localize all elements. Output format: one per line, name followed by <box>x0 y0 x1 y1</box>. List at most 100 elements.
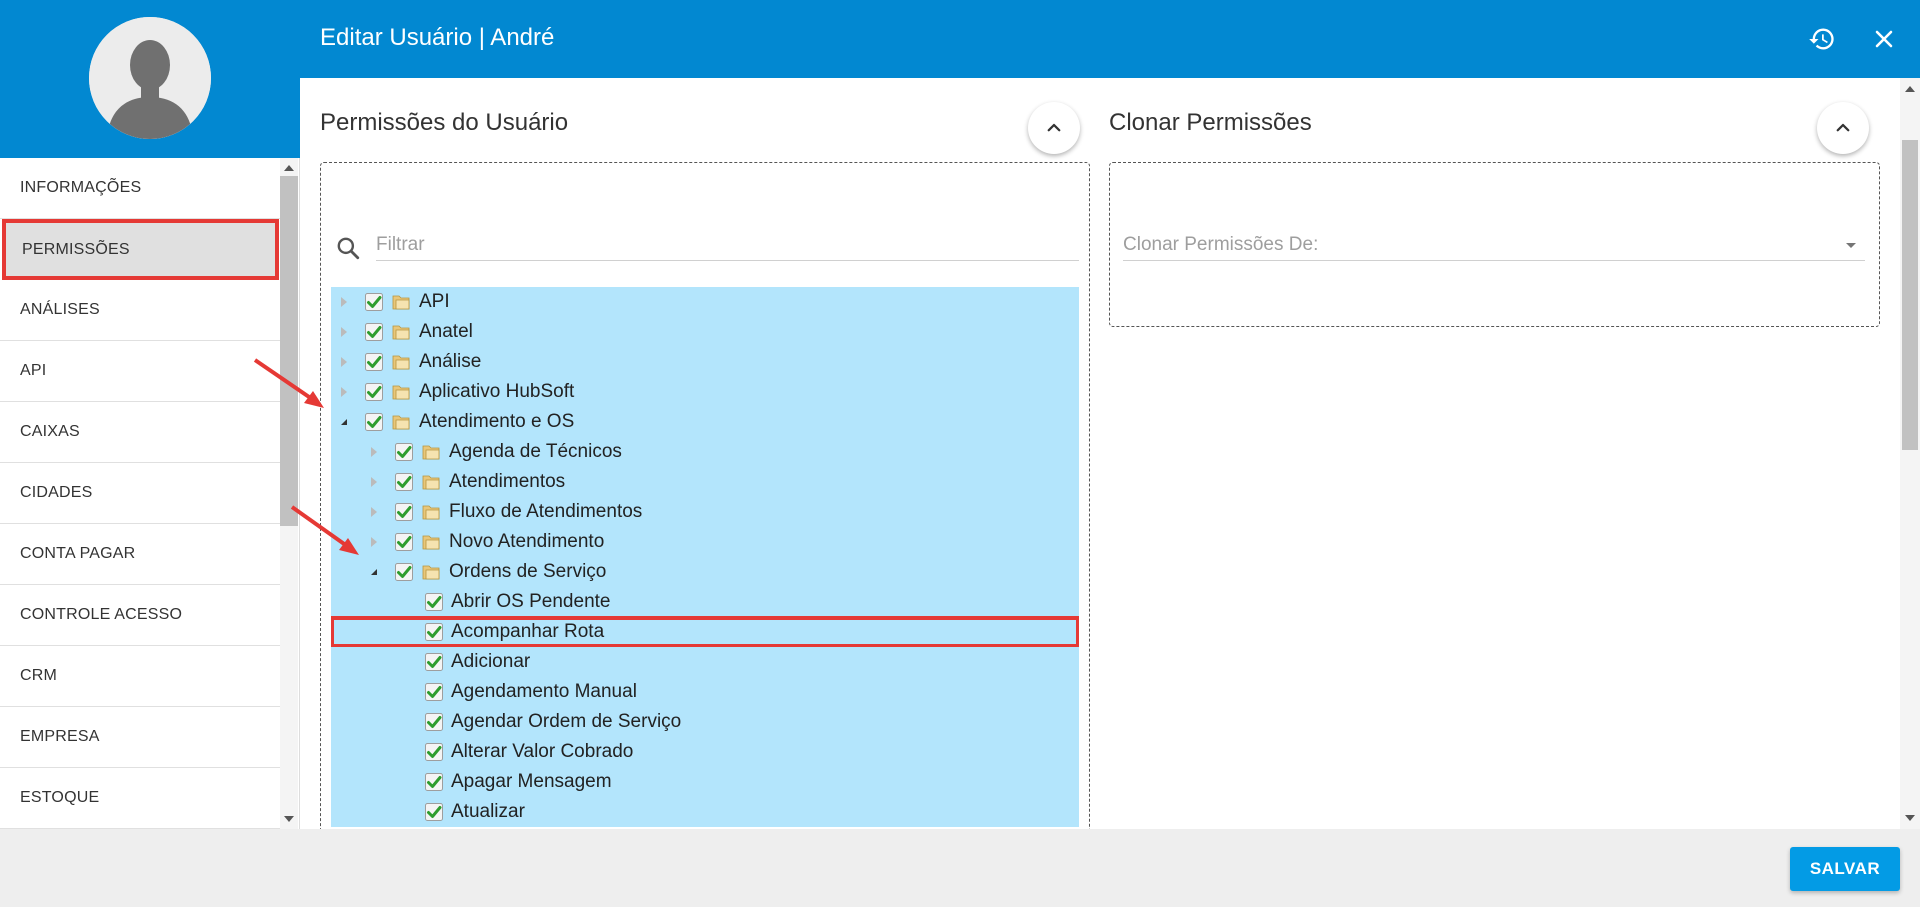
collapse-permissions-button[interactable] <box>1028 102 1080 154</box>
filter-input[interactable] <box>376 229 1079 261</box>
tree-node[interactable]: Anatel <box>331 317 1079 347</box>
main-scrollbar[interactable] <box>1900 78 1920 829</box>
checkbox-checked-icon[interactable] <box>425 743 443 761</box>
scroll-up-arrow-icon[interactable] <box>1905 86 1915 92</box>
folder-icon <box>391 292 411 312</box>
checkbox-checked-icon[interactable] <box>425 593 443 611</box>
folder-icon <box>421 442 441 462</box>
collapsed-arrow-icon[interactable] <box>369 477 379 487</box>
tree-node[interactable]: Fluxo de Atendimentos <box>331 497 1079 527</box>
checkbox-checked-icon[interactable] <box>425 683 443 701</box>
topbar: Editar Usuário | André <box>300 0 1920 78</box>
avatar <box>89 17 211 139</box>
sidebar-item-label: CONTA PAGAR <box>20 545 136 562</box>
tree-node[interactable]: Ordens de Serviço <box>331 557 1079 587</box>
sidebar-scrollbar-thumb[interactable] <box>280 176 298 526</box>
sidebar-item-conta-pagar[interactable]: CONTA PAGAR <box>0 524 280 585</box>
checkbox-checked-icon[interactable] <box>395 443 413 461</box>
sidebar-item-label: CAIXAS <box>20 423 80 440</box>
tree-node[interactable]: Atendimentos <box>331 467 1079 497</box>
expanded-arrow-icon[interactable] <box>369 567 379 577</box>
tree-node[interactable]: Novo Atendimento <box>331 527 1079 557</box>
checkbox-checked-icon[interactable] <box>365 323 383 341</box>
folder-icon <box>421 532 441 552</box>
sidebar-item-controle-acesso[interactable]: CONTROLE ACESSO <box>0 585 280 646</box>
sidebar-item-label: INFORMAÇÕES <box>20 179 142 196</box>
sidebar-item-permiss-es[interactable]: PERMISSÕES <box>2 219 279 280</box>
tree-node[interactable]: Acompanhar Rota <box>331 616 1079 648</box>
scroll-down-arrow-icon[interactable] <box>284 816 294 822</box>
tree-node[interactable]: Adicionar <box>331 647 1079 677</box>
checkbox-checked-icon[interactable] <box>365 413 383 431</box>
tree-node[interactable]: Agenda de Técnicos <box>331 437 1079 467</box>
user-silhouette-icon <box>89 17 211 139</box>
tree-node[interactable]: Agendamento Manual <box>331 677 1079 707</box>
checkbox-checked-icon[interactable] <box>365 353 383 371</box>
tree-node-label: Ordens de Serviço <box>449 561 607 582</box>
sidebar-item-caixas[interactable]: CAIXAS <box>0 402 280 463</box>
sidebar-header <box>0 0 300 158</box>
collapsed-arrow-icon[interactable] <box>339 357 349 367</box>
collapsed-arrow-icon[interactable] <box>339 297 349 307</box>
sidebar-item-api[interactable]: API <box>0 341 280 402</box>
expanded-arrow-icon[interactable] <box>339 417 349 427</box>
sidebar-item-an-lises[interactable]: ANÁLISES <box>0 280 280 341</box>
collapsed-arrow-icon[interactable] <box>369 507 379 517</box>
sidebar-item-empresa[interactable]: EMPRESA <box>0 707 280 768</box>
tree-node[interactable]: Agendar Ordem de Serviço <box>331 707 1079 737</box>
collapsed-arrow-icon[interactable] <box>369 447 379 457</box>
tree-node[interactable]: Atendimento e OS <box>331 407 1079 437</box>
dropdown-caret-icon <box>1846 243 1856 248</box>
checkbox-checked-icon[interactable] <box>425 803 443 821</box>
sidebar-scrollbar[interactable] <box>280 158 298 829</box>
close-button[interactable] <box>1865 20 1903 58</box>
sidebar-item-estoque[interactable]: ESTOQUE <box>0 768 280 829</box>
clone-permissions-select[interactable]: Clonar Permissões De: <box>1123 229 1865 261</box>
tree-node-label: Apagar Mensagem <box>451 771 612 792</box>
sidebar-item-cidades[interactable]: CIDADES <box>0 463 280 524</box>
sidebar-item-informa-es[interactable]: INFORMAÇÕES <box>0 158 280 219</box>
footer: SALVAR <box>0 829 1920 907</box>
checkbox-checked-icon[interactable] <box>365 293 383 311</box>
checkbox-checked-icon[interactable] <box>425 773 443 791</box>
permissions-title: Permissões do Usuário <box>320 109 569 136</box>
sidebar-item-label: ANÁLISES <box>20 301 100 318</box>
save-button[interactable]: SALVAR <box>1790 847 1900 891</box>
chevron-up-icon <box>1836 123 1850 132</box>
main-scrollbar-thumb[interactable] <box>1902 140 1918 450</box>
tree-node[interactable]: Alterar Valor Cobrado <box>331 737 1079 767</box>
tree-node[interactable]: API <box>331 287 1079 317</box>
tree-node[interactable]: Análise <box>331 347 1079 377</box>
sidebar-item-label: CRM <box>20 667 58 684</box>
history-button[interactable] <box>1803 20 1841 58</box>
tree-node[interactable]: Apagar Mensagem <box>331 767 1079 797</box>
sidebar-item-label: EMPRESA <box>20 728 100 745</box>
tree-node-label: Alterar Valor Cobrado <box>451 741 634 762</box>
checkbox-checked-icon[interactable] <box>395 473 413 491</box>
page-title: Editar Usuário | André <box>320 24 555 51</box>
collapsed-arrow-icon[interactable] <box>369 537 379 547</box>
sidebar-item-label: PERMISSÕES <box>22 240 130 258</box>
scroll-down-arrow-icon[interactable] <box>1905 815 1915 821</box>
checkbox-checked-icon[interactable] <box>395 503 413 521</box>
tree-node[interactable]: Atualizar <box>331 797 1079 827</box>
scroll-up-arrow-icon[interactable] <box>284 165 294 171</box>
checkbox-checked-icon[interactable] <box>425 713 443 731</box>
collapsed-arrow-icon[interactable] <box>339 327 349 337</box>
sidebar-item-crm[interactable]: CRM <box>0 646 280 707</box>
checkbox-checked-icon[interactable] <box>365 383 383 401</box>
checkbox-checked-icon[interactable] <box>395 533 413 551</box>
tree-node-label: Agenda de Técnicos <box>449 441 622 462</box>
collapsed-arrow-icon[interactable] <box>339 387 349 397</box>
checkbox-checked-icon[interactable] <box>425 653 443 671</box>
checkbox-checked-icon[interactable] <box>425 623 443 641</box>
folder-icon <box>421 472 441 492</box>
collapse-clone-button[interactable] <box>1817 102 1869 154</box>
tree-node[interactable]: Abrir OS Pendente <box>331 587 1079 617</box>
folder-icon <box>421 562 441 582</box>
tree-node-label: API <box>419 291 450 312</box>
checkbox-checked-icon[interactable] <box>395 563 413 581</box>
tree-node[interactable]: Aplicativo HubSoft <box>331 377 1079 407</box>
chevron-up-icon <box>1047 123 1061 132</box>
tree-node-label: Abrir OS Pendente <box>451 591 611 612</box>
